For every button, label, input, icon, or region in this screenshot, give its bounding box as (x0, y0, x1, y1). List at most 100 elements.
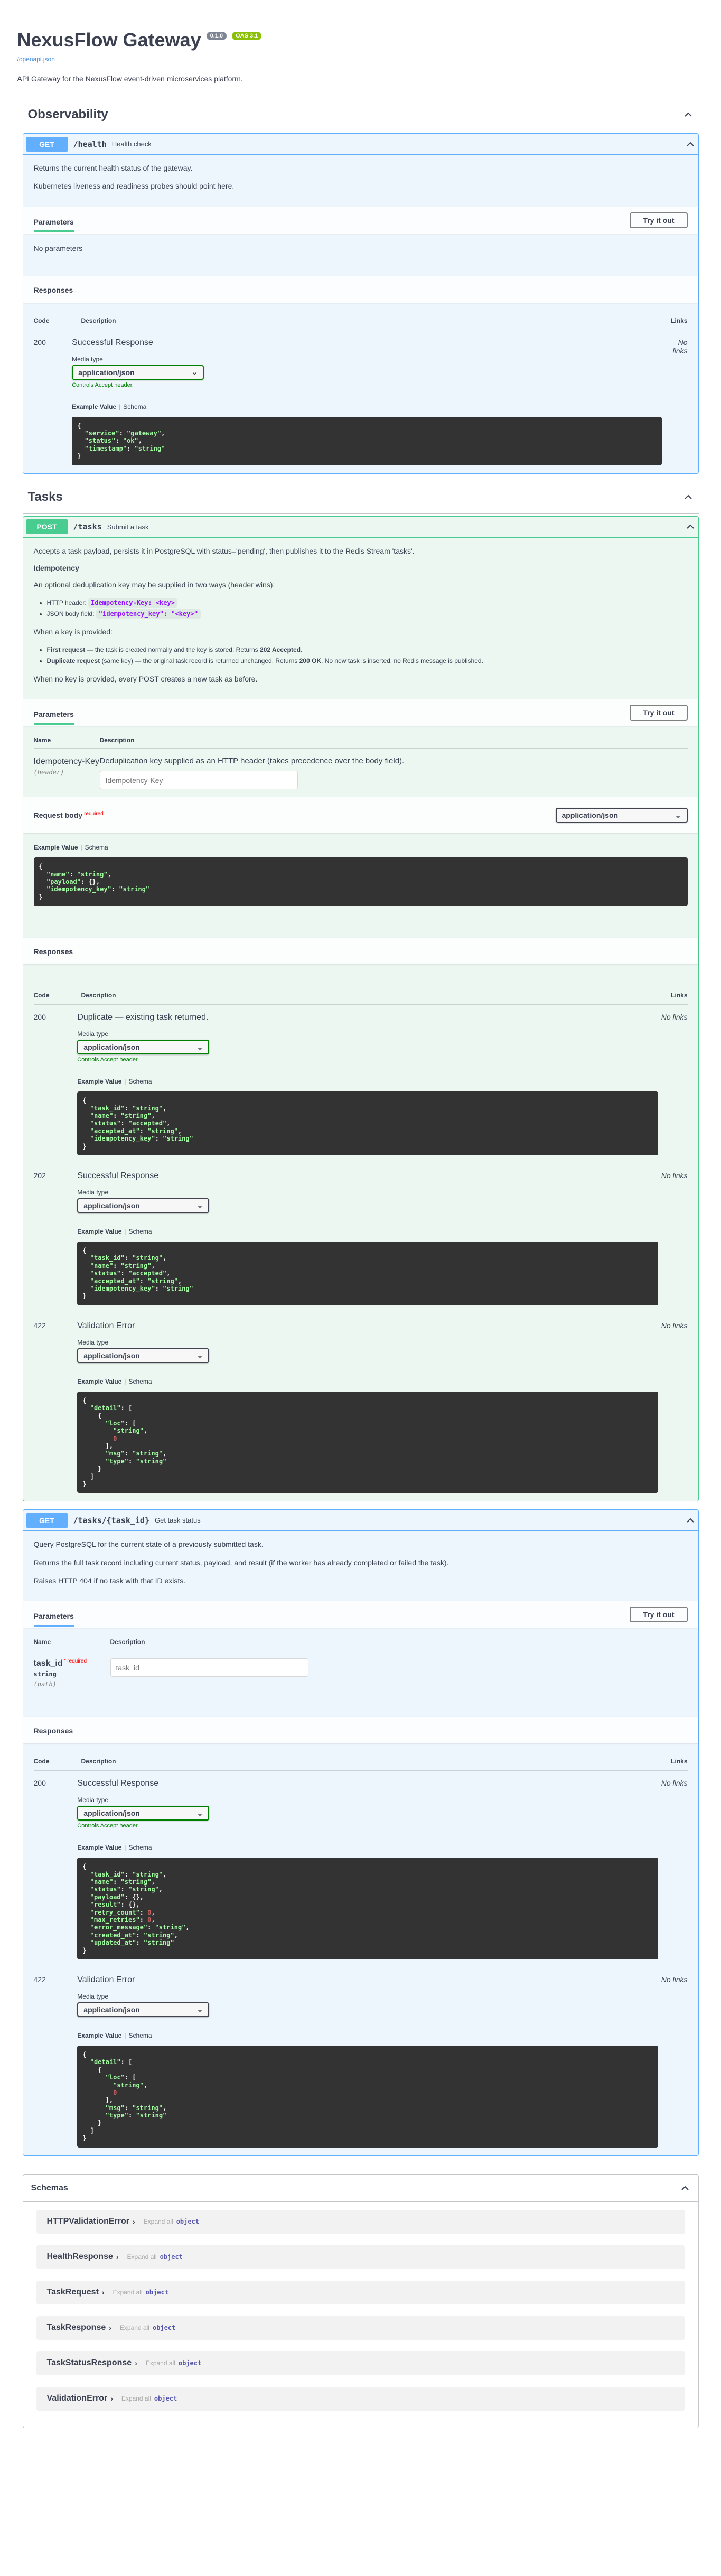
schema-tab[interactable]: Schema (128, 1078, 152, 1085)
operation-summary-text: Health check (111, 140, 152, 148)
example-tabs: Example Value | Schema (77, 1377, 152, 1385)
parameters-tab[interactable]: Parameters (33, 705, 74, 725)
links-col-header: Links (671, 992, 688, 1000)
try-it-out-button[interactable]: Try it out (630, 705, 688, 721)
schema-item[interactable]: ValidationError › Expand all object (36, 2386, 685, 2411)
operation-summary[interactable]: GET /tasks/{task_id} Get task status (23, 1510, 698, 1532)
operation-summary[interactable]: GET /health Health check (23, 134, 698, 155)
version-badge: 0.1.0 (206, 32, 227, 40)
media-type-select[interactable]: application/json ⌄ (77, 2002, 210, 2017)
expand-all-link[interactable]: Expand all (127, 2253, 157, 2261)
params-table-header: Name Description (33, 726, 688, 749)
request-content-type-select[interactable]: application/json ⌄ (555, 808, 688, 823)
response-links: No links (661, 1779, 688, 1788)
parameters-tab[interactable]: Parameters (33, 212, 74, 232)
media-type-select[interactable]: application/json ⌄ (72, 365, 204, 380)
schema-tab[interactable]: Schema (128, 1228, 152, 1235)
response-row: 422 Validation Error Media type applicat… (34, 1967, 688, 2155)
idempotency-key-input[interactable] (99, 771, 298, 790)
response-row: 200 Successful Response Media type appli… (34, 1771, 688, 1967)
chevron-right-icon: › (116, 2253, 119, 2262)
description-col-header: Description (99, 736, 135, 744)
desc-line: Kubernetes liveness and readiness probes… (33, 182, 235, 191)
response-code: 422 (33, 1975, 46, 1984)
response-row: 202 Successful Response Media type appli… (34, 1163, 688, 1313)
expand-all-link[interactable]: Expand all (113, 2289, 143, 2296)
li-bold: 202 Accepted (260, 646, 301, 654)
example-value-tab[interactable]: Example Value (72, 403, 116, 410)
schema-tab[interactable]: Schema (123, 403, 146, 410)
links-col-header: Links (671, 1758, 688, 1766)
openapi-json-link[interactable]: /openapi.json (17, 55, 704, 63)
schemas-header[interactable]: Schemas (23, 2175, 698, 2202)
li-text: . No new task is inserted, no Redis mess… (321, 657, 483, 665)
media-type-select[interactable]: application/json ⌄ (77, 1198, 210, 1213)
chevron-down-icon: ⌄ (196, 1808, 203, 1817)
example-tabs: Example Value | Schema (77, 2031, 152, 2039)
operation-description: Accepts a task payload, persists it in P… (23, 538, 698, 700)
expand-all-link[interactable]: Expand all (120, 2324, 149, 2331)
schema-tab[interactable]: Schema (128, 1844, 152, 1851)
chevron-up-icon (683, 109, 694, 120)
schema-item[interactable]: HealthResponse › Expand all object (36, 2245, 685, 2269)
param-row: Idempotency-Key (header) Deduplication k… (23, 749, 698, 797)
example-value-tab[interactable]: Example Value (77, 1078, 121, 1085)
schema-tab[interactable]: Schema (128, 2032, 152, 2039)
try-it-out-button[interactable]: Try it out (630, 1607, 688, 1623)
response-links: No links (661, 1171, 688, 1180)
desc-line: Returns the current health status of the… (33, 164, 193, 172)
task-id-input[interactable] (110, 1658, 308, 1677)
expand-all-link[interactable]: Expand all (121, 2395, 151, 2402)
expand-all-link[interactable]: Expand all (144, 2218, 173, 2225)
example-value-tab[interactable]: Example Value (34, 844, 78, 851)
param-location: (path) (33, 1680, 57, 1688)
schema-tab[interactable]: Schema (128, 1378, 152, 1385)
example-value-tab[interactable]: Example Value (77, 1378, 121, 1385)
chevron-down-icon: ⌄ (675, 810, 681, 819)
schema-name: TaskResponse (46, 2323, 106, 2332)
api-description: API Gateway for the NexusFlow event-driv… (17, 74, 243, 83)
try-it-out-button[interactable]: Try it out (630, 212, 688, 228)
expand-all-link[interactable]: Expand all (146, 2359, 175, 2367)
chevron-right-icon: › (110, 2394, 113, 2403)
schema-item[interactable]: TaskResponse › Expand all object (36, 2316, 685, 2340)
schema-tab[interactable]: Schema (85, 844, 108, 851)
schema-item[interactable]: HTTPValidationError › Expand all object (36, 2209, 685, 2234)
desc-line: When a key is provided: (33, 627, 113, 636)
example-code-block: { "task_id": "string", "name": "string",… (77, 1858, 659, 1959)
chevron-right-icon: › (101, 2288, 105, 2297)
param-type: string (33, 1670, 57, 1678)
example-value-tab[interactable]: Example Value (77, 1844, 121, 1851)
description-col-header: Description (81, 316, 116, 324)
chevron-up-icon (683, 492, 694, 502)
media-type-select[interactable]: application/json ⌄ (77, 1806, 210, 1821)
parameters-tab[interactable]: Parameters (33, 1607, 74, 1627)
parameters-header: Parameters Try it out (23, 699, 698, 726)
example-value-tab[interactable]: Example Value (77, 2032, 121, 2039)
chevron-down-icon: ⌄ (196, 1351, 203, 1360)
responses-table: Code Description Links 200 Successful Re… (23, 311, 698, 473)
schema-item[interactable]: TaskStatusResponse › Expand all object (36, 2351, 685, 2375)
operation-path: /tasks (73, 522, 102, 532)
schema-item[interactable]: TaskRequest › Expand all object (36, 2280, 685, 2304)
desc-line: Query PostgreSQL for the current state o… (33, 1540, 264, 1549)
tag-tasks[interactable]: Tasks (22, 482, 699, 514)
schema-type: object (178, 2359, 202, 2367)
schema-name: HealthResponse (46, 2252, 113, 2262)
operation-summary[interactable]: POST /tasks Submit a task (23, 517, 698, 538)
schema-name: ValidationError (46, 2394, 108, 2403)
request-body-label: Request body (33, 811, 83, 820)
key-behavior-list: First request — the task is created norm… (47, 645, 688, 666)
page-title: NexusFlow Gateway (17, 29, 201, 51)
media-type-label: Media type (77, 1188, 108, 1196)
media-type-select[interactable]: application/json ⌄ (77, 1040, 210, 1055)
schema-name: TaskStatusResponse (46, 2358, 132, 2368)
schema-type: object (160, 2253, 183, 2261)
li-text: HTTP header: (46, 599, 87, 607)
example-value-tab[interactable]: Example Value (77, 1228, 121, 1235)
response-description: Successful Response (72, 338, 153, 347)
media-type-select[interactable]: application/json ⌄ (77, 1348, 210, 1363)
tag-observability[interactable]: Observability (22, 99, 699, 130)
list-item: Duplicate request (same key) — the origi… (47, 656, 688, 666)
parameters-header: Parameters Try it out (23, 207, 698, 234)
